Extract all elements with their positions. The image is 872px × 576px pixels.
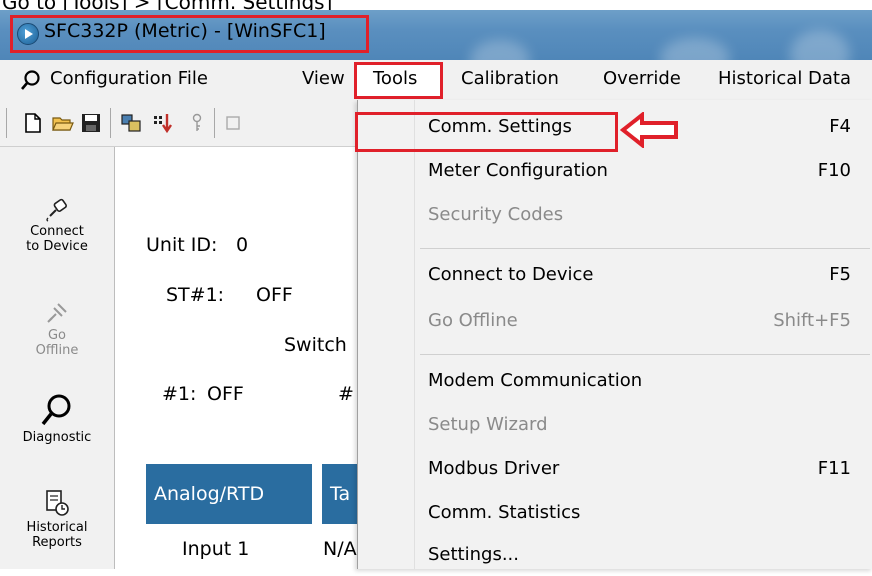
menu-calibration[interactable]: Calibration <box>461 68 559 89</box>
connect-plug-icon <box>46 198 67 222</box>
tools-dropdown-menu: Comm. Settings F4 Meter Configuration F1… <box>357 100 872 569</box>
st1-label: ST#1: <box>166 284 225 306</box>
unit-id-label: Unit ID: <box>146 234 218 256</box>
menu-item-security-codes[interactable]: Security Codes <box>358 196 872 236</box>
save-icon[interactable] <box>80 112 102 134</box>
switch1-label: #1: <box>162 383 197 405</box>
tab-second[interactable]: Ta <box>322 464 362 524</box>
menu-tools[interactable]: Tools <box>373 68 417 89</box>
window-title: SFC332P (Metric) - [WinSFC1] <box>44 20 326 42</box>
sidebar-item-historical-reports[interactable]: Historical Reports <box>0 488 114 550</box>
menu-item-label: Meter Configuration <box>428 160 608 181</box>
magnifier-icon <box>41 394 71 426</box>
tab-analog-rtd[interactable]: Analog/RTD <box>146 464 312 524</box>
search-icon[interactable] <box>20 69 42 91</box>
sidebar-label-line2: to Device <box>26 239 88 254</box>
menu-item-shortcut: F4 <box>829 116 851 137</box>
historical-reports-icon <box>46 490 69 516</box>
new-file-icon[interactable] <box>22 112 44 134</box>
switch-label: Switch <box>284 334 347 356</box>
menu-item-label: Connect to Device <box>428 264 594 285</box>
input1-value: N/A <box>323 538 357 560</box>
menu-item-meter-configuration[interactable]: Meter Configuration F10 <box>358 152 872 192</box>
menu-item-shortcut: F10 <box>817 160 851 181</box>
switch1-value: OFF <box>207 383 244 405</box>
menu-item-comm-statistics[interactable]: Comm. Statistics <box>358 494 872 534</box>
menu-item-settings[interactable]: Settings... <box>358 536 872 576</box>
sidebar-item-connect[interactable]: Connect to Device <box>0 196 114 254</box>
menu-item-modbus-driver[interactable]: Modbus Driver F11 <box>358 450 872 490</box>
sidebar-item-go-offline[interactable]: Go Offline <box>0 300 114 358</box>
sort-icon[interactable] <box>152 112 174 134</box>
menu-item-label: Security Codes <box>428 204 564 225</box>
sidebar-label-line2: Offline <box>35 343 79 358</box>
input1-label: Input 1 <box>182 538 250 560</box>
connect-devices-icon[interactable] <box>120 112 142 134</box>
sidebar-label-line1: Connect <box>30 224 84 239</box>
sidebar-label-line1: Historical <box>26 520 88 535</box>
menu-item-label: Go Offline <box>428 310 518 331</box>
unit-id-value: 0 <box>236 234 249 256</box>
menu-item-label: Modbus Driver <box>428 458 560 479</box>
menu-item-go-offline[interactable]: Go Offline Shift+F5 <box>358 302 872 342</box>
sidebar-item-diagnostic[interactable]: Diagnostic <box>0 392 114 445</box>
menu-item-label: Comm. Statistics <box>428 502 581 523</box>
menu-item-label: Setup Wizard <box>428 414 548 435</box>
switch2-label: # <box>338 383 354 405</box>
app-icon <box>17 23 39 45</box>
menu-item-shortcut: F5 <box>829 264 851 285</box>
disabled-tool-icon[interactable] <box>222 112 244 134</box>
st1-value: OFF <box>256 284 293 306</box>
go-offline-icon <box>47 303 67 323</box>
menu-item-modem-communication[interactable]: Modem Communication <box>358 362 872 402</box>
menu-item-label: Settings... <box>428 544 519 565</box>
menu-item-connect-to-device[interactable]: Connect to Device F5 <box>358 256 872 296</box>
menu-override[interactable]: Override <box>603 68 681 89</box>
sidebar-label-line2: Reports <box>32 535 82 550</box>
sidebar-label-line1: Go <box>47 328 67 343</box>
menu-view[interactable]: View <box>302 68 345 89</box>
menu-historical-data[interactable]: Historical Data <box>718 68 851 89</box>
comm-settings-highlight-box <box>355 112 618 152</box>
menu-item-setup-wizard[interactable]: Setup Wizard <box>358 406 872 446</box>
menu-configuration-file[interactable]: Configuration File <box>50 68 208 89</box>
menu-separator <box>420 248 870 249</box>
menu-item-label: Modem Communication <box>428 370 643 391</box>
key-icon[interactable] <box>186 112 208 134</box>
menu-item-shortcut: Shift+F5 <box>773 310 851 331</box>
sidebar-label-line1: Diagnostic <box>22 430 92 445</box>
open-folder-icon[interactable] <box>52 112 74 134</box>
menu-separator <box>420 354 870 355</box>
menu-item-shortcut: F11 <box>817 458 851 479</box>
pointer-arrow-icon <box>620 112 678 148</box>
